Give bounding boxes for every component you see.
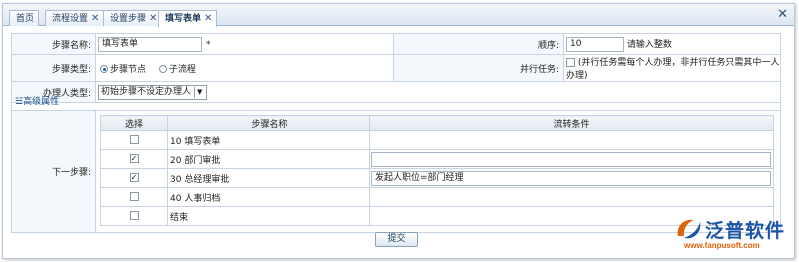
tab-process-settings-label: 流程设置 bbox=[52, 14, 89, 24]
condition-input[interactable]: 发起人职位=部门经理 bbox=[371, 170, 771, 186]
tab-step-settings-label: 设置步骤 bbox=[110, 14, 147, 24]
header-select: 选择 bbox=[100, 115, 168, 131]
subprocess-radio[interactable] bbox=[158, 65, 167, 73]
row-checkbox[interactable] bbox=[129, 192, 139, 201]
row-step-name: 30 总经理审批 bbox=[167, 168, 370, 188]
tab-close-icon[interactable]: ✕ bbox=[204, 13, 212, 24]
brand-mark-icon bbox=[677, 219, 701, 239]
condition-input[interactable] bbox=[371, 151, 771, 167]
submit-button[interactable]: 提交 bbox=[375, 232, 418, 247]
order-input[interactable]: 10 bbox=[566, 36, 624, 52]
step-node-radio[interactable] bbox=[100, 65, 108, 73]
tab-fill-form-label: 填写表单 bbox=[165, 14, 202, 24]
parallel-task-hint: (并行任务需每个人办理，非并行任务只需其中一人办理) bbox=[566, 58, 780, 81]
required-mark: * bbox=[206, 39, 211, 50]
row-checkbox[interactable]: ✓ bbox=[129, 154, 139, 163]
brand-logo: 泛普软件 www.fanpusoft.com bbox=[672, 216, 790, 256]
table-row: 40 人事归档 bbox=[100, 187, 774, 207]
step-node-option-label: 步骤节点 bbox=[110, 64, 147, 75]
row-step-name: 20 部门审批 bbox=[167, 149, 370, 169]
next-steps-section: 下一步骤: 选择 步骤名称 流转条件 10 填写表单 ✓ 20 部门审批 ✓ 3… bbox=[11, 110, 781, 233]
row-step-name: 10 填写表单 bbox=[167, 130, 370, 150]
order-label: 顺序: bbox=[393, 33, 564, 55]
row-checkbox[interactable] bbox=[129, 135, 139, 144]
advanced-properties-toggle[interactable]: ☱高级属性 bbox=[11, 96, 781, 110]
step-name-input[interactable]: 填写表单 bbox=[98, 36, 202, 52]
tab-bar: 首页 流程设置 ✕ 设置步骤 ✕ 填写表单 ✕ ✕ bbox=[3, 4, 794, 27]
handler-type-value: 初始步骤不设定办理人 bbox=[101, 86, 192, 97]
window-close-icon[interactable]: ✕ bbox=[777, 8, 788, 22]
tab-home[interactable]: 首页 bbox=[9, 10, 40, 26]
row-condition-cell bbox=[369, 130, 774, 150]
header-step-name: 步骤名称 bbox=[167, 115, 370, 131]
brand-url: www.fanpusoft.com bbox=[684, 241, 760, 250]
row-step-name: 结束 bbox=[167, 206, 370, 226]
row-checkbox[interactable] bbox=[129, 211, 139, 220]
row-condition-cell bbox=[369, 187, 774, 207]
tab-close-icon[interactable]: ✕ bbox=[91, 13, 99, 24]
tab-close-icon[interactable]: ✕ bbox=[149, 13, 157, 24]
step-type-label: 步骤类型: bbox=[11, 54, 96, 82]
tab-step-settings[interactable]: 设置步骤 ✕ bbox=[103, 10, 163, 26]
subprocess-option-label: 子流程 bbox=[168, 64, 196, 75]
next-steps-table: 选择 步骤名称 流转条件 10 填写表单 ✓ 20 部门审批 ✓ 30 总经理审… bbox=[100, 115, 774, 226]
row-step-name: 40 人事归档 bbox=[167, 187, 370, 207]
header-condition: 流转条件 bbox=[369, 115, 774, 131]
parallel-task-checkbox[interactable] bbox=[566, 58, 575, 67]
table-row: ✓ 30 总经理审批 发起人职位=部门经理 bbox=[100, 168, 774, 188]
step-name-label: 步骤名称: bbox=[11, 33, 96, 55]
parallel-task-label: 并行任务: bbox=[393, 54, 564, 82]
tab-fill-form[interactable]: 填写表单 ✕ bbox=[158, 10, 218, 27]
next-steps-label: 下一步骤: bbox=[11, 110, 96, 233]
brand-name: 泛普软件 bbox=[705, 220, 786, 242]
tab-home-label: 首页 bbox=[16, 14, 35, 24]
tab-process-settings[interactable]: 流程设置 ✕ bbox=[45, 10, 105, 26]
table-row: 10 填写表单 bbox=[100, 130, 774, 150]
order-hint: 请输入整数 bbox=[626, 39, 672, 50]
step-form: 步骤名称: 填写表单 * 顺序: 10 请输入整数 步骤类型: 步骤节点 子流程 … bbox=[11, 33, 781, 103]
table-row: ✓ 20 部门审批 bbox=[100, 149, 774, 169]
row-checkbox[interactable]: ✓ bbox=[129, 173, 139, 182]
